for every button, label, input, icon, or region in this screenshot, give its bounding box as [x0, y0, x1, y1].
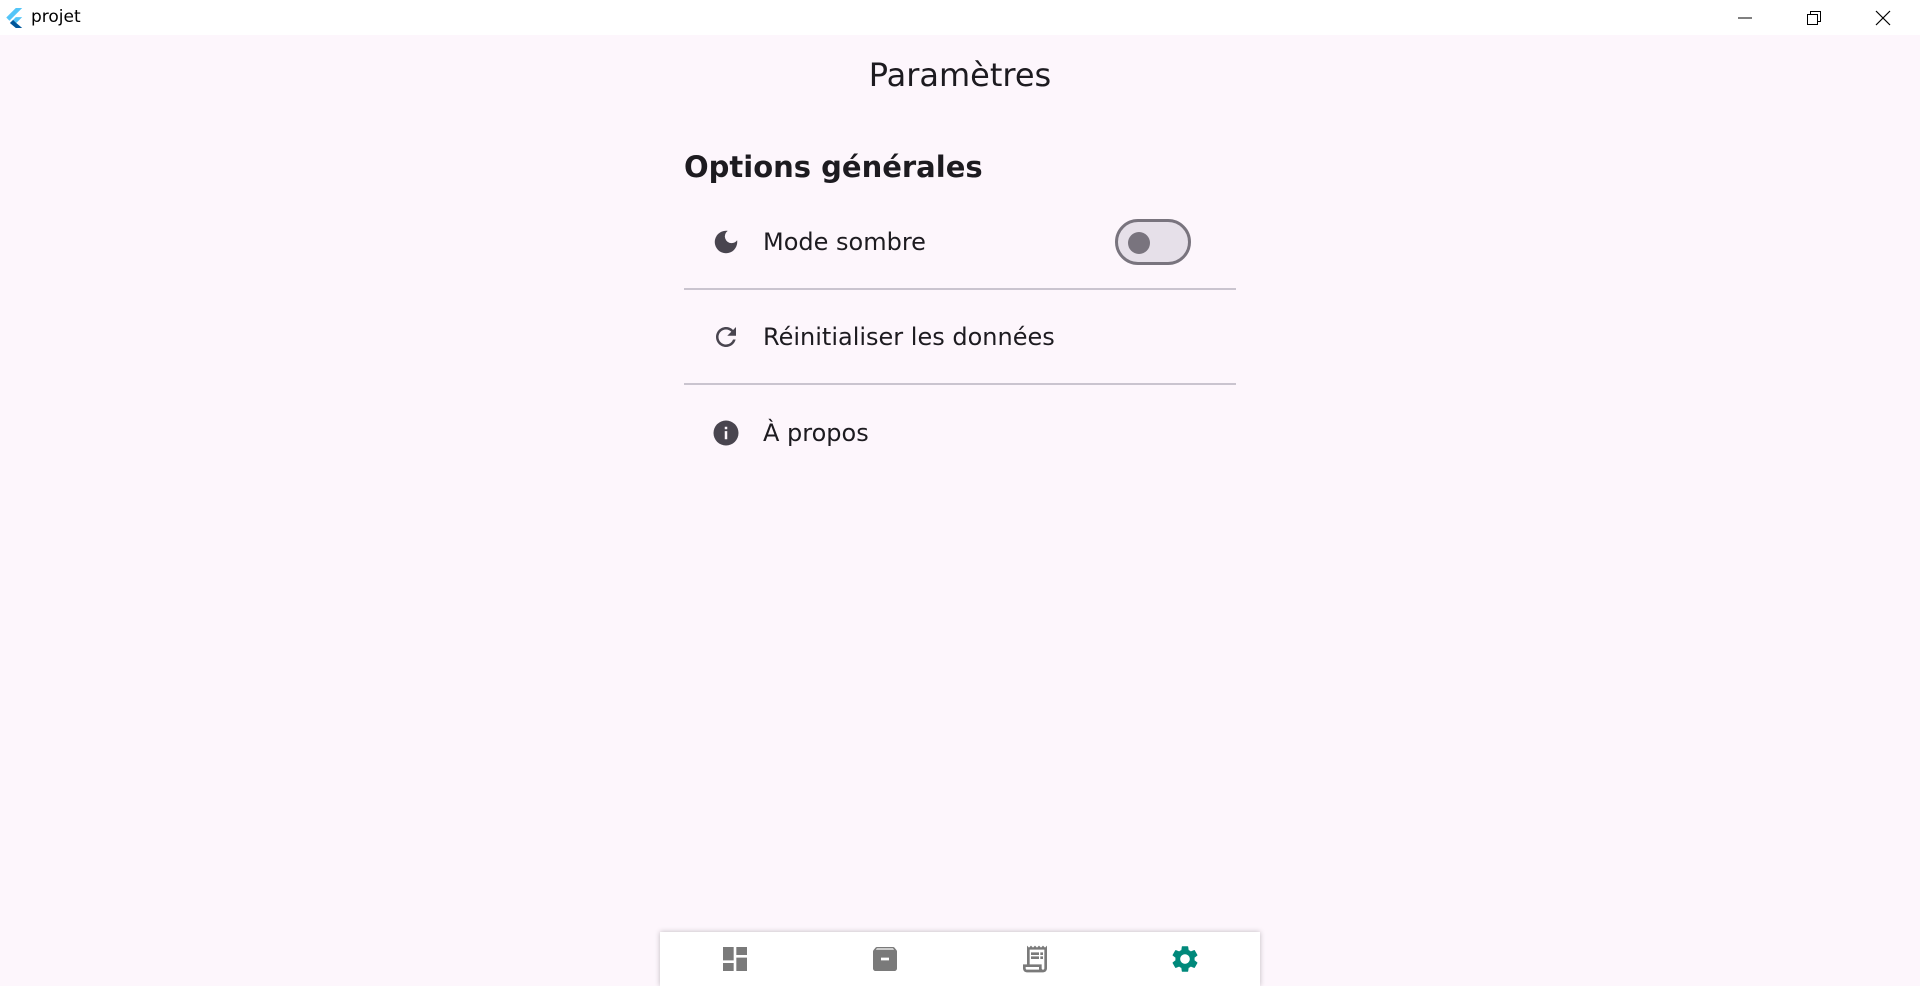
window-title: projet: [31, 7, 81, 27]
receipt-icon: [1023, 945, 1047, 973]
moon-icon: [710, 226, 742, 258]
nav-item-dashboard[interactable]: [660, 932, 810, 986]
restore-icon: [1806, 10, 1821, 25]
section-heading: Options générales: [684, 150, 983, 184]
nav-item-archive[interactable]: [810, 932, 960, 986]
nav-item-settings[interactable]: [1110, 932, 1260, 986]
minimize-button[interactable]: [1710, 0, 1779, 35]
restore-button[interactable]: [1779, 0, 1848, 35]
reset-data-item[interactable]: Réinitialiser les données: [684, 290, 1236, 385]
close-button[interactable]: [1848, 0, 1917, 35]
flutter-logo-icon: [6, 8, 23, 28]
dashboard-icon: [723, 947, 747, 971]
about-label: À propos: [763, 418, 869, 447]
archive-icon: [873, 947, 897, 971]
settings-icon: [1172, 946, 1198, 972]
settings-page: Paramètres Options générales Mode sombre…: [0, 35, 1920, 986]
dark-mode-toggle[interactable]: [1115, 218, 1191, 265]
close-icon: [1875, 10, 1890, 25]
page-title: Paramètres: [868, 56, 1052, 94]
refresh-icon: [710, 321, 742, 353]
toggle-thumb: [1128, 231, 1150, 254]
bottom-navigation: [660, 932, 1260, 986]
reset-data-label: Réinitialiser les données: [763, 322, 1055, 351]
settings-content: Options générales Mode sombre Réinitiali…: [684, 147, 1236, 480]
dark-mode-item[interactable]: Mode sombre: [684, 195, 1236, 290]
minimize-icon: [1737, 17, 1752, 18]
about-item[interactable]: À propos: [684, 385, 1236, 480]
window-titlebar: projet: [0, 0, 1920, 35]
dark-mode-label: Mode sombre: [763, 227, 926, 256]
info-icon: [710, 417, 742, 449]
nav-item-receipt[interactable]: [960, 932, 1110, 986]
